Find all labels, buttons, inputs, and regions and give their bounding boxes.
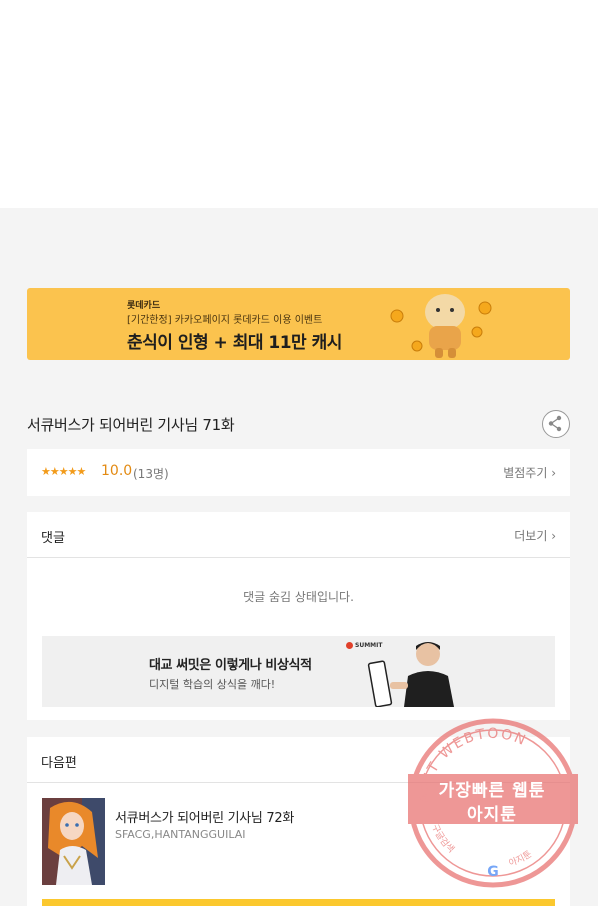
episode-title-row: 서큐버스가 되어버린 기사님 71화 xyxy=(27,406,570,442)
summit-ad-banner[interactable]: 대교 써밋은 이렇게나 비상식적 디지털 학습의 상식을 깨다! SUMMIT xyxy=(42,636,555,707)
ad-subtitle: [기간한정] 카카오페이지 롯데카드 이용 이벤트 xyxy=(127,315,323,326)
next-episode-thumbnail[interactable] xyxy=(42,798,105,885)
next-episode-label: 다음편 xyxy=(41,756,77,771)
summit-logo-icon xyxy=(346,642,353,649)
rating-stars: ★★★★★ xyxy=(41,465,86,478)
rating-count: (13명) xyxy=(133,467,169,481)
rating-score: 10.0 xyxy=(101,463,133,479)
lotte-card-ad-banner[interactable]: 롯데카드 [기간한정] 카카오페이지 롯데카드 이용 이벤트 춘식이 인형 + … xyxy=(27,288,570,360)
chunsik-character-illustration xyxy=(390,294,492,358)
comment-label: 댓글 xyxy=(41,531,65,546)
rating-card: ★★★★★ 10.0 (13명) 별점주기 › xyxy=(27,449,570,496)
ad-headline: 춘식이 인형 + 최대 11만 캐시 xyxy=(127,333,342,353)
ad-brand-label: 롯데카드 xyxy=(127,301,161,311)
comment-header: 댓글 더보기 › xyxy=(27,512,570,558)
watermark-bottom-left-text: 구글검색 xyxy=(429,823,456,855)
watermark-line1: 가장빠른 웹툰 xyxy=(438,781,546,801)
share-icon xyxy=(548,415,562,432)
summit-ad-subtitle: 디지털 학습의 상식을 깨다! xyxy=(149,678,276,691)
summit-ad-person-illustration xyxy=(367,642,454,707)
rate-button[interactable]: 별점주기 › xyxy=(503,464,556,481)
next-episode-button-bar[interactable] xyxy=(42,899,555,906)
next-episode-author: SFACG,HANTANGGUILAI xyxy=(115,828,246,841)
watermark-line2: 아지툰 xyxy=(467,805,517,825)
comment-card: 댓글 더보기 › 댓글 숨김 상태입니다. 대교 써밋은 이렇게나 비상식적 디… xyxy=(27,512,570,720)
google-g-icon: G xyxy=(487,864,499,880)
summit-ad-title: 대교 써밋은 이렇게나 비상식적 xyxy=(149,658,312,673)
next-episode-title: 서큐버스가 되어버린 기사님 72화 xyxy=(115,811,295,826)
comments-hidden-note: 댓글 숨김 상태입니다. xyxy=(243,590,354,604)
empty-ad-slot xyxy=(0,0,598,208)
episode-title: 서큐버스가 되어버린 기사님 71화 xyxy=(27,416,235,434)
share-button[interactable] xyxy=(542,410,570,438)
comment-more-link[interactable]: 더보기 › xyxy=(514,527,556,544)
thumbnail-character-illustration xyxy=(42,798,105,885)
